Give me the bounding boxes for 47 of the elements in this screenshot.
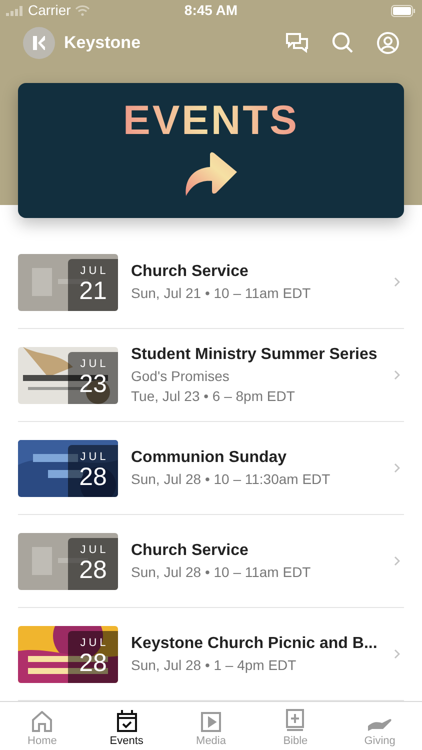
home-icon xyxy=(32,710,52,732)
event-row[interactable]: JUL 23 Student Ministry Summer Series God's Promises Tue, Jul 23 • 6 – 8pm EDT xyxy=(18,329,404,422)
day-number: 28 xyxy=(79,650,107,676)
chevron-icon xyxy=(394,649,400,660)
day-number: 21 xyxy=(79,278,107,304)
app-title: Keystone xyxy=(64,32,141,54)
battery-icon xyxy=(391,4,416,17)
clock-time: 8:45 AM xyxy=(184,1,238,20)
tab-bar-item[interactable]: Events xyxy=(84,702,169,750)
chevron-icon xyxy=(394,463,400,474)
book-icon xyxy=(286,708,304,732)
chevron-icon xyxy=(394,277,400,288)
event-title: Keystone Church Picnic and B... xyxy=(131,634,378,654)
event-detail: Sun, Jul 28 • 10 – 11am EDT xyxy=(131,563,312,582)
event-title: Church Service xyxy=(131,262,250,282)
event-detail: Tue, Jul 23 • 6 – 8pm EDT xyxy=(131,387,296,406)
event-detail: Sun, Jul 28 • 1 – 4pm EDT xyxy=(131,656,298,676)
event-row[interactable]: JUL 28 Communion Sunday Sun, Jul 28 • 10 – 11:30am EDT xyxy=(18,422,404,516)
event-row[interactable]: JUL 28 Keystone Church Picnic and B... Sun, Jul 28 • 1 – 4pm EDT xyxy=(18,608,404,702)
month-label: JUL xyxy=(79,638,109,649)
chat-icon[interactable] xyxy=(286,32,308,53)
event-row[interactable]: JUL 21 Church Service Sun, Jul 21 • 10 – 11am EDT xyxy=(18,236,404,330)
day-number: 28 xyxy=(79,558,107,583)
chevron-icon xyxy=(394,370,400,380)
month-label: JUL xyxy=(79,358,109,370)
month-label: JUL xyxy=(79,544,109,556)
profile-icon[interactable] xyxy=(377,32,399,54)
month-label: JUL xyxy=(79,452,109,463)
calendar-icon xyxy=(116,710,137,732)
event-title: Church Service xyxy=(131,541,250,562)
search-icon[interactable] xyxy=(332,32,353,54)
event-detail: God's Promises xyxy=(131,367,230,386)
chevron-icon xyxy=(394,556,400,566)
event-title: Communion Sunday xyxy=(131,448,288,468)
hand-icon xyxy=(368,718,392,732)
signal-icon xyxy=(6,6,24,16)
event-detail: Sun, Jul 28 • 10 – 11:30am EDT xyxy=(131,470,332,490)
month-label: JUL xyxy=(79,266,109,277)
share-arrow-icon xyxy=(184,150,238,197)
day-number: 28 xyxy=(79,464,107,490)
play-icon xyxy=(201,712,222,732)
day-number: 23 xyxy=(79,372,107,397)
wifi-icon xyxy=(74,5,90,16)
carrier-label: Carrier xyxy=(28,1,71,20)
event-row[interactable]: JUL 28 Church Service Sun, Jul 28 • 10 – 11am EDT xyxy=(18,515,404,608)
event-detail: Sun, Jul 21 • 10 – 11am EDT xyxy=(131,284,312,304)
event-title: Student Ministry Summer Series xyxy=(131,345,378,366)
